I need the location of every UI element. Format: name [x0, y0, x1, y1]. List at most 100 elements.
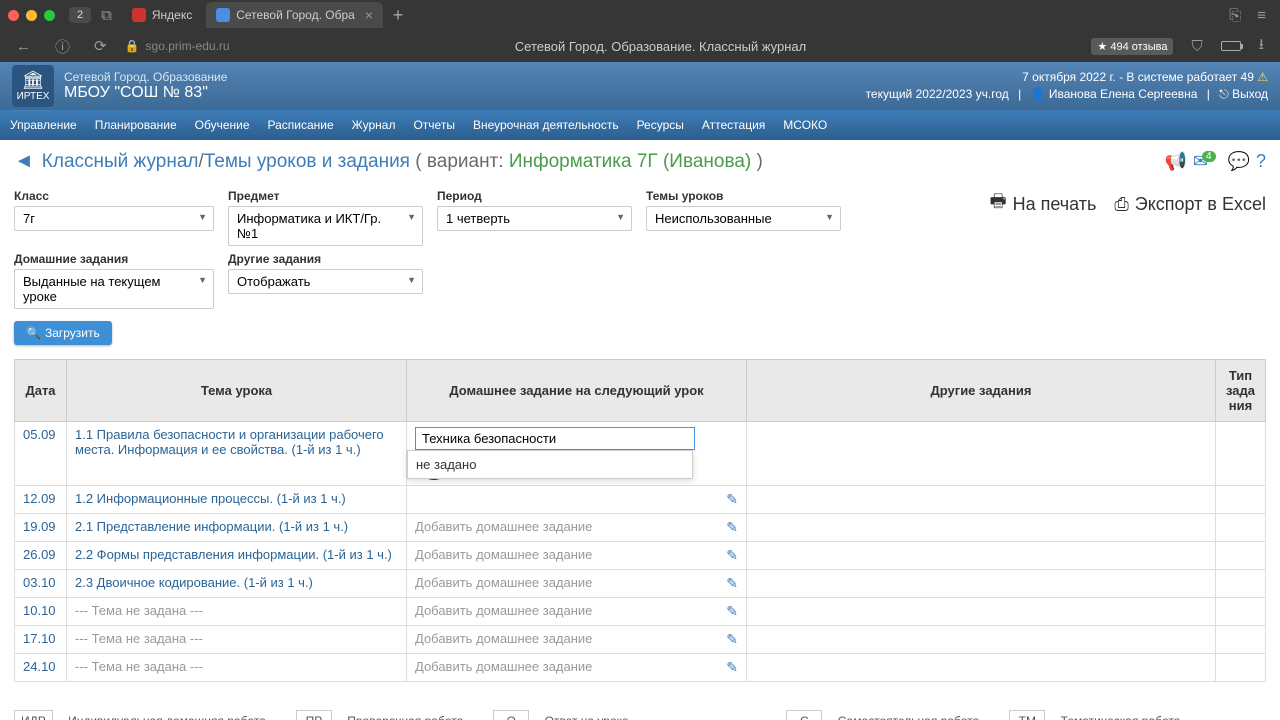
cell-date: 05.09 [15, 422, 67, 486]
tab-sgo[interactable]: Сетевой Город. Обра × [206, 2, 383, 28]
reload-icon[interactable]: ⟳ [88, 37, 113, 55]
edit-icon[interactable]: ✎ [726, 575, 738, 592]
legend-abbr: ИДР [14, 710, 53, 720]
cell-topic[interactable]: 2.2 Формы представления информации. (1-й… [67, 542, 407, 570]
nav-item-мсоко[interactable]: МСОКО [783, 118, 827, 132]
legend-item: С- Самостоятельная работа [786, 710, 979, 720]
topics-select[interactable]: Неиспользованные [646, 206, 841, 231]
reviews-badge[interactable]: ★ 494 отзыва [1091, 38, 1173, 55]
edit-icon[interactable]: ✎ [726, 659, 738, 676]
legend-text: - Индивидуальная домашняя работа [61, 714, 266, 720]
cell-homework: Добавить домашнее задание ✎ [407, 542, 747, 570]
tab-label: Яндекс [152, 8, 192, 22]
cell-type [1216, 542, 1266, 570]
legend-text: - Ответ на уроке [537, 714, 628, 720]
edit-icon[interactable]: ✎ [726, 547, 738, 564]
homework-input[interactable] [415, 427, 695, 450]
other-select[interactable]: Отображать [228, 269, 423, 294]
cell-other [747, 422, 1216, 486]
cell-homework: Добавить домашнее задание ✎ [407, 654, 747, 682]
cell-topic[interactable]: --- Тема не задана --- [67, 626, 407, 654]
shield-icon[interactable]: ⛉ [1185, 38, 1208, 55]
legend-item: ИДР - Индивидуальная домашняя работа [14, 710, 266, 720]
download-icon[interactable]: ⭳ [1253, 34, 1270, 59]
close-window-icon[interactable] [8, 10, 19, 21]
nav-item-аттестация[interactable]: Аттестация [702, 118, 765, 132]
print-button[interactable]: 🖶На печать [990, 189, 1097, 219]
legend-abbr: ПР [296, 710, 332, 720]
back-button-icon[interactable]: ◄ [14, 150, 34, 173]
help-icon[interactable]: ? [1256, 151, 1266, 172]
new-panel-icon[interactable]: ⧉ [95, 7, 118, 24]
search-icon: 🔍 [26, 326, 41, 340]
homework-placeholder[interactable]: Добавить домашнее задание [415, 519, 592, 534]
nav-item-расписание[interactable]: Расписание [268, 118, 334, 132]
nav-item-управление[interactable]: Управление [10, 118, 77, 132]
megaphone-icon[interactable]: 📢 [1164, 151, 1186, 172]
cell-topic[interactable]: 2.3 Двоичное кодирование. (1-й из 1 ч.) [67, 570, 407, 598]
nav-item-ресурсы[interactable]: Ресурсы [637, 118, 684, 132]
legend-abbr: С [786, 710, 822, 720]
homework-placeholder[interactable]: Добавить домашнее задание [415, 575, 592, 590]
nav-item-журнал[interactable]: Журнал [352, 118, 396, 132]
logo[interactable]: 🏛ИРТЕХ [12, 65, 54, 107]
class-select[interactable]: 7г [14, 206, 214, 231]
homework-placeholder[interactable]: Добавить домашнее задание [415, 631, 592, 646]
forum-icon[interactable]: 💬 [1228, 151, 1250, 172]
logout-icon: ⎋ [1219, 87, 1229, 101]
edit-icon[interactable]: ✎ [726, 491, 738, 508]
sgo-favicon-icon [216, 8, 230, 22]
nav-item-планирование[interactable]: Планирование [95, 118, 177, 132]
info-icon[interactable]: ⓘ [49, 36, 76, 57]
tab-yandex[interactable]: Яндекс [122, 2, 202, 28]
load-button[interactable]: 🔍Загрузить [14, 321, 112, 345]
school-name: МБОУ "СОШ № 83" [64, 84, 866, 102]
system-name: Сетевой Город. Образование [64, 70, 866, 84]
warning-icon[interactable]: ⚠ [1257, 70, 1268, 84]
url-domain[interactable]: 🔒sgo.prim-edu.ru [125, 39, 230, 53]
nav-item-внеурочная деятельность[interactable]: Внеурочная деятельность [473, 118, 619, 132]
subject-select[interactable]: Информатика и ИКТ/Гр. №1 [228, 206, 423, 246]
legend-text: - Проверочная работа [340, 714, 463, 720]
close-tab-icon[interactable]: × [365, 7, 373, 23]
th-homework: Домашнее задание на следующий урок [407, 360, 747, 422]
homework-placeholder[interactable]: Добавить домашнее задание [415, 603, 592, 618]
page-title-bar: ◄ Классный журнал/Темы уроков и задания … [0, 140, 1280, 183]
cell-topic[interactable]: 2.1 Представление информации. (1-й из 1 … [67, 514, 407, 542]
menu-icon[interactable]: ≡ [1251, 7, 1272, 24]
edit-icon[interactable]: ✎ [726, 603, 738, 620]
browser-chrome: 2 ⧉ Яндекс Сетевой Город. Обра × + ⎘ ≡ ←… [0, 0, 1280, 62]
print-icon: 🖶 [990, 189, 1007, 219]
lessons-table: Дата Тема урока Домашнее задание на след… [14, 359, 1266, 682]
autocomplete-dropdown[interactable]: не задано [407, 450, 693, 479]
table-row: 12.091.2 Информационные процессы. (1-й и… [15, 486, 1266, 514]
user-name[interactable]: Иванова Елена Сергеевна [1049, 87, 1198, 101]
legend-item: ПР - Проверочная работа [296, 710, 463, 720]
export-button[interactable]: ⎙Экспорт в Excel [1114, 194, 1266, 215]
minimize-window-icon[interactable] [26, 10, 37, 21]
logout-link[interactable]: Выход [1232, 87, 1268, 101]
edit-icon[interactable]: ✎ [726, 519, 738, 536]
user-icon: 👤 [1031, 87, 1046, 101]
cell-topic[interactable]: 1.2 Информационные процессы. (1-й из 1 ч… [67, 486, 407, 514]
cell-topic[interactable]: --- Тема не задана --- [67, 598, 407, 626]
cell-topic[interactable]: 1.1 Правила безопасности и организации р… [67, 422, 407, 486]
cell-other [747, 542, 1216, 570]
nav-item-обучение[interactable]: Обучение [195, 118, 250, 132]
window-controls [8, 10, 55, 21]
mail-icon[interactable]: ✉4 [1193, 151, 1222, 172]
homework-select[interactable]: Выданные на текущем уроке [14, 269, 214, 309]
maximize-window-icon[interactable] [44, 10, 55, 21]
cell-topic[interactable]: --- Тема не задана --- [67, 654, 407, 682]
cell-other [747, 486, 1216, 514]
panel-count[interactable]: 2 [69, 7, 91, 23]
new-tab-button[interactable]: + [387, 4, 409, 26]
period-select[interactable]: 1 четверть [437, 206, 632, 231]
homework-placeholder[interactable]: Добавить домашнее задание [415, 547, 592, 562]
downloads-icon[interactable]: ⎘ [1223, 7, 1247, 24]
edit-icon[interactable]: ✎ [726, 631, 738, 648]
homework-placeholder[interactable]: Добавить домашнее задание [415, 659, 592, 674]
back-icon[interactable]: ← [10, 38, 37, 55]
nav-item-отчеты[interactable]: Отчеты [413, 118, 454, 132]
current-date: 7 октября 2022 г. [1022, 70, 1116, 84]
